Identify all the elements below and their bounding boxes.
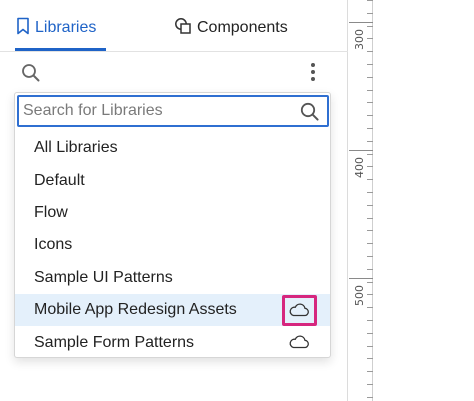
ruler-major-tick (349, 278, 373, 279)
ruler-tick (367, 77, 373, 78)
ruler-tick (367, 230, 373, 231)
ruler-tick (367, 102, 373, 103)
ruler-tick (367, 38, 373, 39)
ruler-tick (367, 192, 373, 193)
tab-components[interactable]: Components (174, 14, 288, 42)
tab-components-label: Components (197, 19, 288, 36)
ruler-tick (367, 115, 373, 116)
ruler-tick (367, 333, 373, 334)
ruler-label: 400 (353, 157, 366, 178)
ruler-major-tick (349, 150, 373, 151)
library-dropdown: All Libraries Default Flow Icons Sample … (14, 92, 331, 358)
ruler-tick (367, 358, 373, 359)
ruler-tick (367, 51, 373, 52)
library-item-mobile-app-redesign-assets[interactable]: Mobile App Redesign Assets (15, 293, 330, 327)
libraries-panel: Libraries Components All Libraries Def (0, 0, 348, 401)
ruler-major-tick (349, 22, 373, 23)
ruler-tick (367, 307, 373, 308)
library-item-label: Sample Form Patterns (34, 333, 195, 351)
ruler-tick (367, 90, 373, 91)
ruler-label: 500 (353, 285, 366, 306)
library-item-label: Sample UI Patterns (34, 268, 173, 286)
bookmark-icon (16, 17, 35, 40)
ruler-tick (367, 141, 373, 142)
library-item-sample-ui-patterns[interactable]: Sample UI Patterns (15, 262, 330, 294)
ruler-tick (367, 64, 373, 65)
ruler-tick (367, 154, 373, 155)
ruler-tick (367, 205, 373, 206)
highlight-box (282, 294, 317, 326)
library-item-label: Flow (34, 203, 68, 221)
more-vertical-icon[interactable] (306, 61, 320, 83)
active-tab-indicator (15, 48, 106, 51)
search-icon[interactable] (20, 62, 42, 84)
library-item-flow[interactable]: Flow (15, 197, 330, 229)
ruler-tick (367, 384, 373, 385)
ruler-tick (367, 218, 373, 219)
ruler-tick (367, 128, 373, 129)
library-item-icons[interactable]: Icons (15, 229, 330, 261)
ruler-tick (367, 397, 373, 398)
library-item-label: Default (34, 171, 85, 189)
ruler-tick (367, 26, 373, 27)
ruler-tick (367, 166, 373, 167)
tab-libraries-label: Libraries (35, 19, 97, 36)
ruler-label: 300 (353, 29, 366, 50)
ruler-tick (367, 269, 373, 270)
ruler-tick (367, 243, 373, 244)
ruler-tick (367, 0, 373, 1)
ruler-tick (367, 13, 373, 14)
ruler-tick (367, 371, 373, 372)
search-icon[interactable] (299, 101, 321, 128)
ruler-tick (367, 294, 373, 295)
ruler-tick (367, 282, 373, 283)
components-icon (174, 17, 197, 40)
library-item-default[interactable]: Default (15, 164, 330, 196)
library-item-label: All Libraries (34, 139, 118, 157)
library-item-label: Mobile App Redesign Assets (34, 301, 237, 319)
library-item-all-libraries[interactable]: All Libraries (15, 132, 330, 164)
library-search-field[interactable] (17, 95, 329, 127)
library-item-label: Icons (34, 236, 73, 254)
panel-tabs: Libraries Components (0, 0, 348, 52)
ruler-tick (367, 256, 373, 257)
tab-libraries[interactable]: Libraries (16, 14, 96, 42)
ruler-tick (367, 179, 373, 180)
library-item-sample-form-patterns[interactable]: Sample Form Patterns (15, 326, 330, 358)
cloud-icon[interactable] (288, 335, 310, 354)
vertical-ruler: 300 400 500 (349, 0, 373, 401)
ruler-tick (367, 346, 373, 347)
ruler-tick (367, 320, 373, 321)
library-list: All Libraries Default Flow Icons Sample … (15, 132, 330, 359)
library-search-input[interactable] (23, 98, 293, 124)
